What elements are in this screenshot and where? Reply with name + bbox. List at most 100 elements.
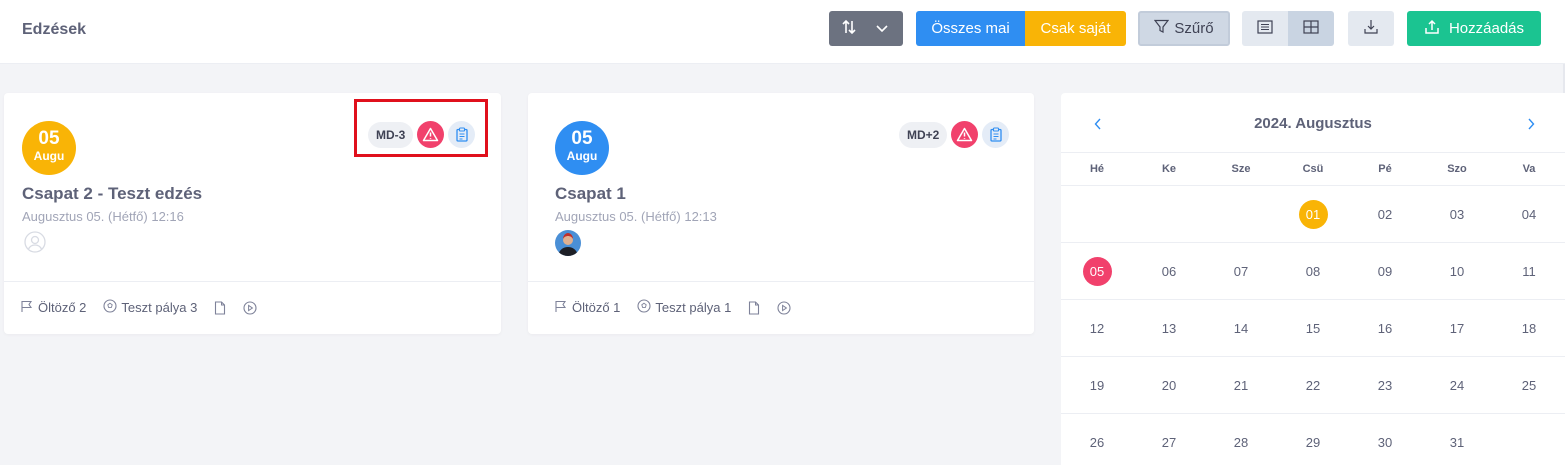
calendar-day-number: 02 (1377, 206, 1393, 222)
chevron-right-icon[interactable] (1521, 114, 1541, 134)
calendar-day-number: 08 (1305, 263, 1321, 279)
empty-avatar-icon (24, 231, 46, 253)
calendar-day[interactable]: 01 (1277, 186, 1349, 242)
training-card[interactable]: 05 Augu MD+2 Csapat 1 Augusztus 05. (Hét… (528, 93, 1034, 334)
card-title[interactable]: Csapat 1 (555, 184, 626, 204)
card-title[interactable]: Csapat 2 - Teszt edzés (22, 184, 202, 204)
card-divider (4, 281, 501, 282)
flag-icon (20, 300, 34, 316)
chevron-down-icon (876, 20, 888, 37)
calendar-weekday: Sze (1231, 163, 1251, 175)
calendar-day[interactable]: 16 (1349, 300, 1421, 356)
calendar-empty-cell (1205, 186, 1277, 242)
calendar-day-number: 27 (1161, 434, 1177, 450)
calendar-day[interactable]: 23 (1349, 357, 1421, 413)
calendar-week-row: 19 20 21 22 23 24 25 (1061, 357, 1565, 414)
calendar-day[interactable]: 24 (1421, 357, 1493, 413)
calendar-day[interactable]: 06 (1133, 243, 1205, 299)
soccer-ball-icon (637, 299, 651, 316)
calendar-day[interactable]: 28 (1205, 414, 1277, 465)
calendar-day[interactable]: 27 (1133, 414, 1205, 465)
calendar-day-number: 15 (1305, 320, 1321, 336)
document-icon[interactable] (748, 300, 760, 315)
date-badge-day: 05 (38, 128, 60, 149)
calendar-day[interactable]: 29 (1277, 414, 1349, 465)
clipboard-icon[interactable] (982, 121, 1010, 148)
sort-icon (842, 19, 856, 39)
calendar-day[interactable]: 02 (1349, 186, 1421, 242)
calendar-day-number: 18 (1521, 320, 1537, 336)
calendar-grid: Hé Ke Sze Csü Pé Szo Va 01 02 03 04 05 06 07 08 09 10 11… (1061, 152, 1565, 465)
calendar-day[interactable]: 14 (1205, 300, 1277, 356)
calendar-day-number: 07 (1233, 263, 1249, 279)
calendar-day[interactable]: 13 (1133, 300, 1205, 356)
calendar-day[interactable]: 12 (1061, 300, 1133, 356)
play-icon[interactable] (777, 300, 791, 315)
highlight-annotation (354, 99, 488, 157)
calendar-day[interactable]: 05 (1061, 243, 1133, 299)
date-badge-day: 05 (571, 128, 593, 149)
all-today-button[interactable]: Összes mai (916, 11, 1025, 46)
calendar-day-number: 13 (1161, 320, 1177, 336)
calendar-day[interactable]: 11 (1493, 243, 1565, 299)
calendar-day[interactable]: 18 (1493, 300, 1565, 356)
calendar-day-number: 17 (1449, 320, 1465, 336)
chevron-left-icon[interactable] (1088, 114, 1108, 134)
warning-icon[interactable] (951, 121, 979, 148)
own-only-button[interactable]: Csak saját (1025, 11, 1126, 46)
calendar-day[interactable]: 03 (1421, 186, 1493, 242)
calendar-day[interactable]: 17 (1421, 300, 1493, 356)
calendar-day[interactable]: 20 (1133, 357, 1205, 413)
calendar-day[interactable]: 25 (1493, 357, 1565, 413)
calendar-day[interactable]: 19 (1061, 357, 1133, 413)
date-badge-month: Augu (566, 149, 598, 163)
document-icon[interactable] (214, 300, 226, 315)
calendar-day-number: 06 (1161, 263, 1177, 279)
calendar-day[interactable]: 21 (1205, 357, 1277, 413)
grid-view-button[interactable] (1288, 11, 1334, 46)
locker-room-label: Öltöző 2 (38, 300, 87, 315)
calendar-weekday: Va (1522, 163, 1536, 175)
filter-label: Szűrő (1174, 20, 1214, 37)
calendar-day-number: 11 (1522, 263, 1536, 279)
calendar-today-marker: 01 (1298, 199, 1328, 229)
calendar-day[interactable]: 31 (1421, 414, 1493, 465)
calendar-day-number: 25 (1521, 377, 1537, 393)
soccer-ball-icon (103, 299, 117, 316)
md-label: MD+2 (899, 121, 948, 148)
calendar-day[interactable]: 07 (1205, 243, 1277, 299)
add-training-button[interactable]: Hozzáadás (1407, 11, 1541, 46)
flag-icon (554, 300, 568, 316)
locker-room-info: Öltöző 1 (554, 300, 620, 316)
calendar-weekday: Ke (1161, 163, 1177, 175)
play-icon[interactable] (243, 300, 257, 315)
card-footer: Öltöző 2 Teszt pálya 3 (20, 299, 274, 316)
calendar-day[interactable]: 30 (1349, 414, 1421, 465)
calendar-day-number: 23 (1377, 377, 1393, 393)
calendar-day[interactable]: 08 (1277, 243, 1349, 299)
locker-room-info: Öltöző 2 (20, 300, 86, 316)
calendar-day-number: 12 (1089, 320, 1105, 336)
calendar-empty-cell (1133, 186, 1205, 242)
sort-dropdown-button[interactable] (829, 11, 903, 46)
date-badge: 05 Augu (22, 121, 76, 175)
pitch-label: Teszt pálya 3 (121, 300, 198, 315)
list-view-button[interactable] (1242, 11, 1288, 46)
calendar-day-number: 19 (1089, 377, 1105, 393)
calendar-day[interactable]: 10 (1421, 243, 1493, 299)
filter-icon (1154, 19, 1170, 38)
calendar-day-number: 24 (1449, 377, 1465, 393)
calendar-day[interactable]: 09 (1349, 243, 1421, 299)
page-title: Edzések (22, 21, 87, 38)
grid-icon (1303, 19, 1319, 38)
calendar-day[interactable]: 22 (1277, 357, 1349, 413)
calendar-day-number: 29 (1305, 434, 1321, 450)
date-badge: 05 Augu (555, 121, 609, 175)
calendar-title: 2024. Augusztus (1254, 115, 1372, 132)
export-button[interactable] (1348, 11, 1394, 46)
calendar-day[interactable]: 04 (1493, 186, 1565, 242)
calendar-day[interactable]: 26 (1061, 414, 1133, 465)
calendar-day[interactable]: 15 (1277, 300, 1349, 356)
filter-button[interactable]: Szűrő (1138, 11, 1230, 46)
calendar-selected-marker: 05 (1082, 256, 1112, 286)
